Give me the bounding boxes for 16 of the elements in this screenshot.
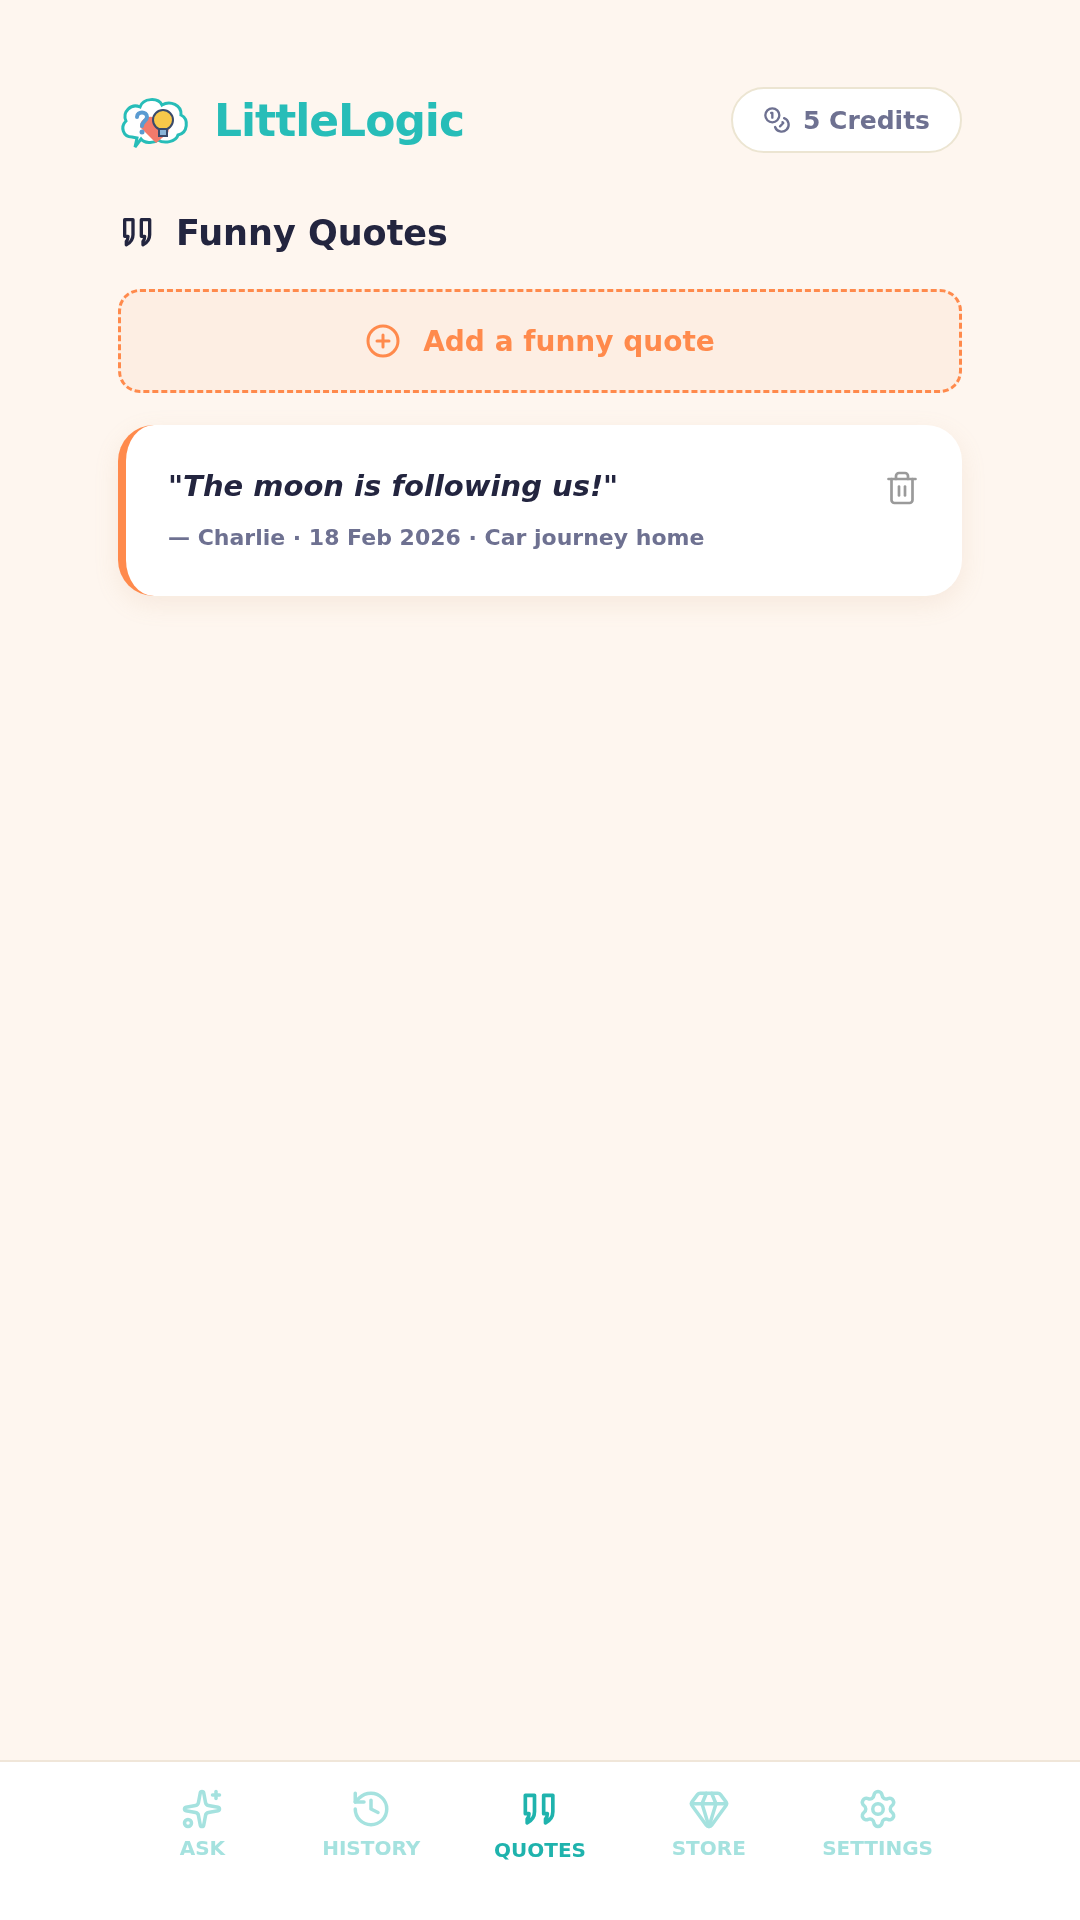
add-quote-button[interactable]: Add a funny quote	[118, 289, 962, 393]
brand-name: LittleLogic	[214, 94, 465, 146]
quote-meta: — Charlie · 18 Feb 2026 · Car journey home	[168, 525, 705, 550]
trash-icon	[884, 469, 920, 506]
quote-text: "The moon is following us!"	[168, 469, 620, 503]
nav-tab[interactable]: HISTORY	[286, 1762, 456, 1920]
nav-tab[interactable]: QUOTES	[455, 1762, 625, 1920]
nav-tab[interactable]: STORE	[624, 1762, 794, 1920]
gem-icon	[687, 1788, 730, 1830]
nav-tab[interactable]: ASK	[118, 1762, 287, 1920]
plus-circle-icon	[365, 323, 402, 359]
page-title: Funny Quotes	[176, 213, 448, 253]
sparkle-icon	[181, 1788, 224, 1830]
nav-tab[interactable]: SETTINGS	[793, 1762, 962, 1920]
credits-badge[interactable]: 5 Credits	[730, 87, 962, 153]
coins-icon	[762, 106, 791, 134]
